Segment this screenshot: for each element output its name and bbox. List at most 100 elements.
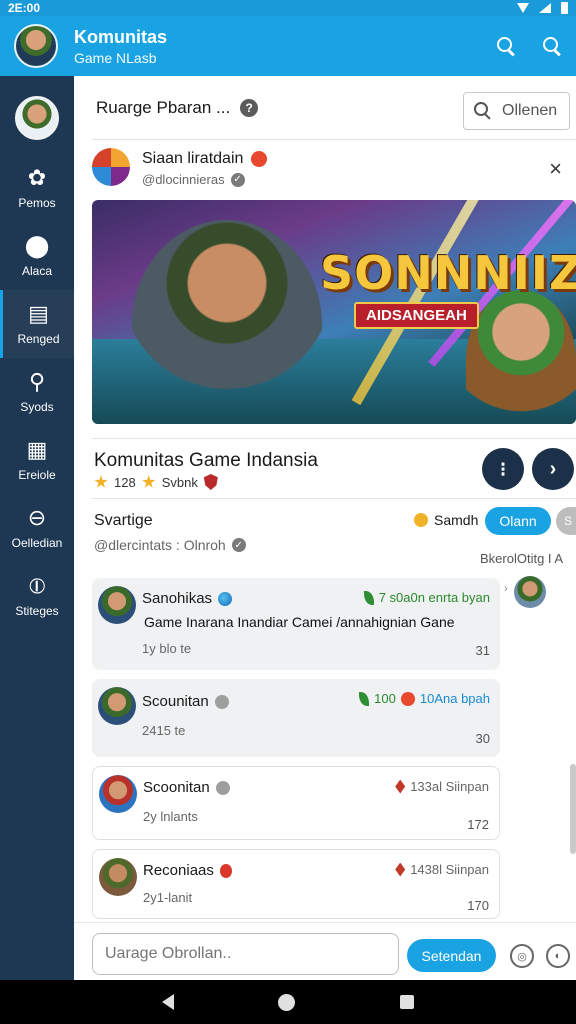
message-stat-text: 10Ana bpah — [419, 691, 490, 706]
banner-hero-right — [466, 290, 576, 424]
avatar[interactable] — [98, 586, 136, 624]
next-button[interactable]: › — [532, 448, 574, 490]
sort-filter-label: Samdh — [434, 512, 479, 528]
game-banner-image[interactable]: SONNNIIZAI AIDSANGEAH — [92, 200, 576, 424]
community-title: Komunitas Game Indansia — [94, 450, 318, 471]
sidebar-item-label: Stiteges — [15, 604, 59, 618]
sidebar-item-label: Pemos — [18, 196, 56, 210]
main-content: Ruarge Pbaran ... ? Ollenen Siaan liratd… — [74, 76, 576, 980]
message-author: Scounitan — [142, 693, 229, 710]
banner-title: SONNNIIZAI — [320, 246, 576, 300]
verified-icon: ✓ — [231, 538, 246, 552]
filter-pill[interactable]: S — [556, 507, 576, 535]
community-meta-label: Svbnk — [161, 474, 198, 490]
verified-icon: ✓ — [230, 172, 245, 187]
avatar[interactable] — [99, 775, 137, 813]
message-author-name: Scounitan — [142, 693, 209, 710]
more-button[interactable]: ⁝ — [482, 448, 524, 490]
scrollbar[interactable] — [570, 764, 576, 854]
post-handle-text: @dlocinnieras — [142, 172, 225, 187]
avatar[interactable] — [514, 576, 546, 608]
status-dot-icon — [214, 694, 229, 709]
list-item[interactable]: Sanohikas 7 s0a0n enrta byan Game Inaran… — [92, 578, 500, 670]
post-handle: @dlocinnieras ✓ — [142, 172, 245, 187]
status-icons — [517, 2, 568, 14]
app-bar: Komunitas Game NLasb — [0, 16, 576, 76]
sidebar-item-ereiole[interactable]: ▦ Ereiole — [0, 426, 74, 494]
sort-handle-text: @dlercintats : Olnroh — [94, 537, 226, 553]
message-input[interactable] — [92, 933, 399, 975]
app-subtitle: Game NLasb — [74, 49, 157, 66]
angry-emoji-icon — [251, 151, 268, 167]
recent-apps-icon[interactable] — [399, 995, 414, 1009]
message-author: Scoonitan — [143, 779, 230, 796]
sidebar-item-renged[interactable]: ▤ Renged — [0, 290, 74, 358]
chevron-right-icon: › — [504, 583, 508, 595]
message-stat-text: 1438l Siinpan — [410, 862, 489, 877]
system-nav-bar — [0, 980, 576, 1024]
message-author: Reconiaas — [143, 862, 232, 879]
sidebar-item-syods[interactable]: ⚲ Syods — [0, 358, 74, 426]
status-time: 2E:00 — [8, 1, 41, 15]
sidebar-item-label: Renged — [17, 332, 60, 346]
sidebar-item-alaca[interactable]: ⬤ Alaca — [0, 222, 74, 290]
post-avatar[interactable] — [92, 148, 130, 186]
sidebar: ✿ Pemos ⬤ Alaca ▤ Renged ⚲ Syods ▦ Ereio… — [0, 76, 74, 980]
leaf-icon — [363, 590, 374, 605]
star-icon — [94, 475, 108, 488]
message-count: 172 — [467, 817, 489, 832]
avatar[interactable] — [99, 858, 137, 896]
filter-pill-active[interactable]: Olann — [485, 507, 551, 535]
sidebar-item-oelledian[interactable]: ⊖ Oelledian — [0, 494, 74, 562]
shield-icon — [219, 863, 232, 878]
circle-line-icon: ⦶ — [29, 573, 45, 598]
app-avatar[interactable] — [14, 24, 58, 68]
key-icon: ⚲ — [28, 369, 46, 394]
message-stat: 7 s0a0n enrta byan — [363, 590, 490, 605]
message-text: Game Inarana Inandiar Camei /annahignian… — [144, 614, 455, 630]
list-item[interactable]: Scounitan 100 10Ana bpah 2415 te 30 — [92, 679, 500, 757]
send-button[interactable]: Setendan — [407, 939, 496, 972]
post-author-name: Siaan liratdain — [142, 150, 244, 167]
page-title-row: Ruarge Pbaran ... ? — [96, 98, 259, 118]
divider — [92, 498, 576, 499]
sidebar-item-label: Ereiole — [18, 468, 56, 482]
sidebar-avatar[interactable] — [15, 96, 59, 140]
search-icon-secondary[interactable] — [542, 36, 562, 56]
shield-icon — [203, 474, 218, 490]
app-title: Komunitas — [74, 26, 168, 47]
sidebar-item-stiteges[interactable]: ⦶ Stiteges — [0, 562, 74, 630]
search-button[interactable]: Ollenen — [463, 92, 570, 130]
message-count: 170 — [467, 898, 489, 913]
divider — [92, 438, 576, 439]
divider — [74, 922, 576, 923]
attach-icon[interactable]: ◎ — [510, 944, 534, 968]
app-titles: Komunitas Game NLasb — [74, 27, 167, 66]
community-count: 128 — [114, 474, 136, 490]
close-icon[interactable]: × — [549, 156, 562, 182]
list-item[interactable]: Scoonitan 133al Siinpan 2y lnlants 172 — [92, 766, 500, 840]
battery-icon — [561, 2, 568, 14]
message-author-name: Reconiaas — [143, 862, 214, 879]
message-author-name: Sanohikas — [142, 590, 213, 607]
avatar[interactable] — [98, 687, 136, 725]
sidebar-item-label: Alaca — [21, 264, 53, 278]
sidebar-item-label: Syods — [20, 400, 54, 414]
home-icon[interactable] — [278, 993, 296, 1011]
sort-label: Svartige — [94, 512, 153, 529]
emoji-button-icon[interactable]: ◐ — [546, 944, 570, 968]
sort-caption: BkerolOtitg I A — [480, 551, 564, 566]
sort-filter[interactable]: Samdh — [414, 512, 478, 528]
wifi-icon — [517, 3, 529, 13]
help-icon[interactable]: ? — [240, 99, 259, 117]
sidebar-list: ✿ Pemos ⬤ Alaca ▤ Renged ⚲ Syods ▦ Ereio… — [0, 154, 74, 630]
sidebar-item-pemos[interactable]: ✿ Pemos — [0, 154, 74, 222]
list-item[interactable]: Reconiaas 1438l Siinpan 2y1-lanit 170 — [92, 849, 500, 919]
gem-icon — [395, 779, 406, 794]
search-button-label: Ollenen — [502, 102, 558, 119]
grid-icon: ▦ — [26, 437, 48, 462]
back-icon[interactable] — [162, 994, 175, 1010]
message-time: 1y blo te — [142, 641, 192, 656]
search-icon[interactable] — [496, 36, 516, 56]
community-meta: 128 Svbnk — [94, 474, 218, 490]
